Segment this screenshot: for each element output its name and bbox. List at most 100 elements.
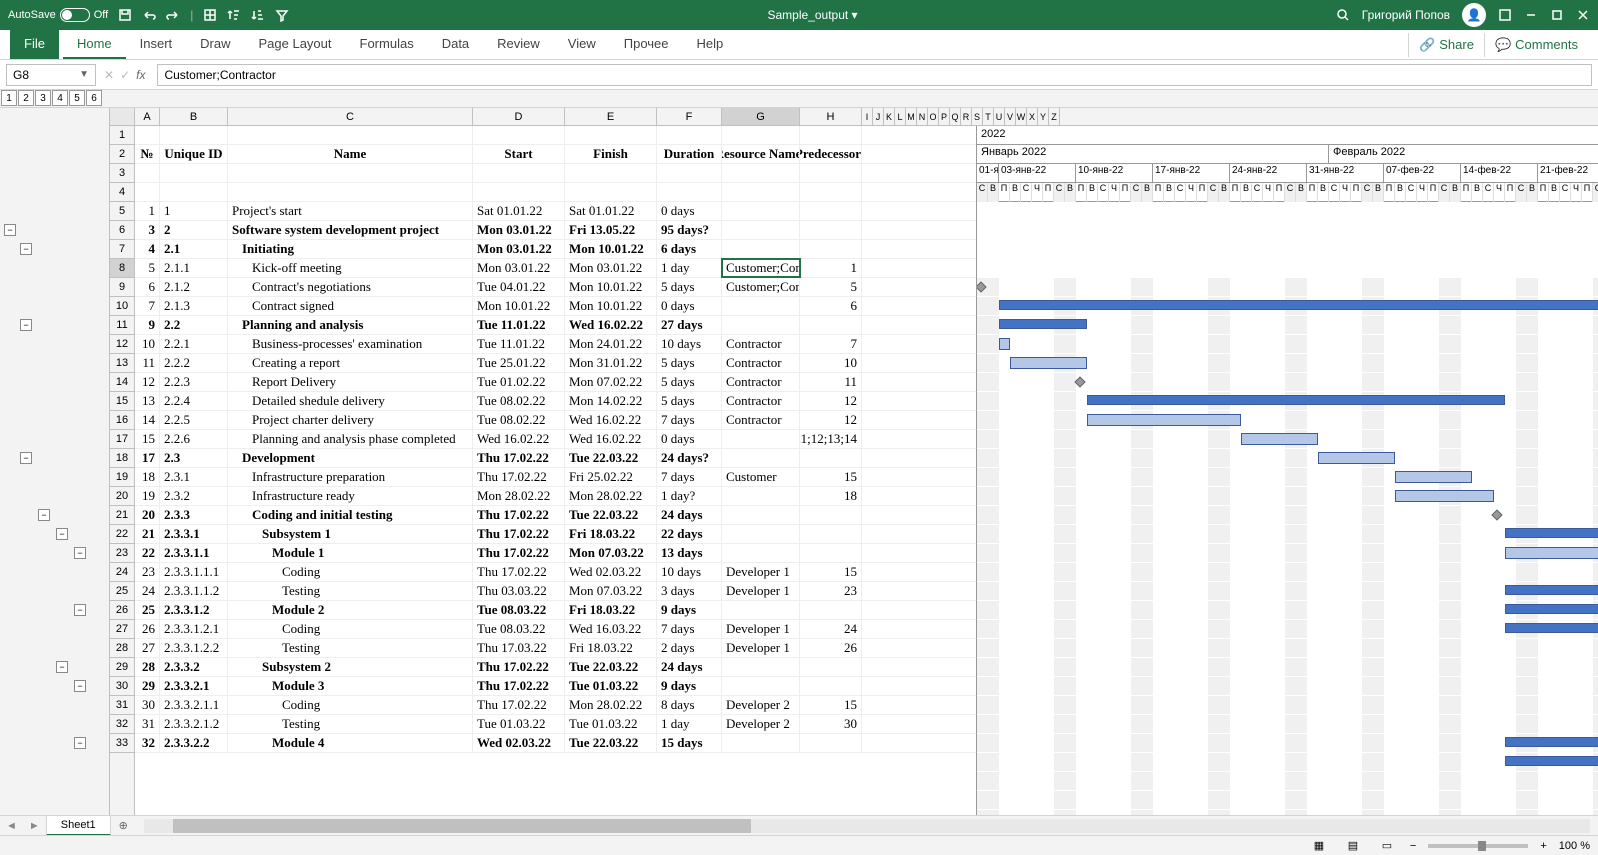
cell-finish[interactable]: Mon 28.02.22 (565, 487, 657, 505)
cell-name[interactable]: Project charter delivery (228, 411, 473, 429)
cell-name[interactable]: Testing (228, 715, 473, 733)
cell-uid[interactable]: 2.3.1 (160, 468, 228, 486)
outline-collapse-icon[interactable]: − (74, 604, 86, 616)
cell-finish[interactable]: Fri 18.03.22 (565, 525, 657, 543)
cell-num[interactable]: 3 (135, 221, 160, 239)
gantt-bar[interactable] (1505, 528, 1598, 538)
cell-predecessors[interactable] (800, 316, 862, 334)
cell-start[interactable]: Tue 11.01.22 (473, 316, 565, 334)
row-header-31[interactable]: 31 (110, 696, 134, 715)
cell-duration[interactable]: 9 days (657, 601, 722, 619)
cell-resource[interactable]: Contractor (722, 411, 800, 429)
gantt-bar[interactable] (1395, 490, 1494, 502)
cell-num[interactable]: 32 (135, 734, 160, 752)
row-header-14[interactable]: 14 (110, 373, 134, 392)
cell-predecessors[interactable]: 15 (800, 696, 862, 714)
row-header-19[interactable]: 19 (110, 468, 134, 487)
col-header-A[interactable]: A (135, 108, 160, 125)
col-header-H[interactable]: H (800, 108, 862, 125)
cell-name[interactable]: Module 2 (228, 601, 473, 619)
cell-resource[interactable] (722, 430, 800, 448)
page-break-icon[interactable]: ▭ (1376, 838, 1398, 854)
gantt-bar[interactable] (1505, 604, 1598, 614)
cell-finish[interactable]: Wed 16.02.22 (565, 411, 657, 429)
tab-data[interactable]: Data (428, 30, 483, 59)
cell-name[interactable]: Module 3 (228, 677, 473, 695)
col-header-K[interactable]: K (884, 108, 895, 125)
cell-finish[interactable]: Fri 25.02.22 (565, 468, 657, 486)
normal-view-icon[interactable]: ▦ (1308, 838, 1330, 854)
outline-collapse-icon[interactable]: − (56, 528, 68, 540)
row-header-29[interactable]: 29 (110, 658, 134, 677)
cell-finish[interactable]: Tue 01.03.22 (565, 677, 657, 695)
search-icon[interactable] (1336, 8, 1350, 22)
row-header-2[interactable]: 2 (110, 145, 134, 164)
col-header-S[interactable]: S (972, 108, 983, 125)
cell-num[interactable]: 13 (135, 392, 160, 410)
cell-duration[interactable]: 6 days (657, 240, 722, 258)
gantt-bar[interactable] (1505, 585, 1598, 595)
cell-num[interactable]: 26 (135, 620, 160, 638)
tab-formulas[interactable]: Formulas (346, 30, 428, 59)
col-header-L[interactable]: L (895, 108, 906, 125)
cell-duration[interactable]: 1 day (657, 259, 722, 277)
cell-num[interactable]: 20 (135, 506, 160, 524)
cell-resource[interactable] (722, 221, 800, 239)
cell-duration[interactable]: 24 days? (657, 449, 722, 467)
cell-finish[interactable]: Fri 13.05.22 (565, 221, 657, 239)
cell-num[interactable]: 22 (135, 544, 160, 562)
cell-resource[interactable]: Customer;Cor (722, 259, 800, 277)
cell-start[interactable]: Thu 17.02.22 (473, 677, 565, 695)
cell-num[interactable]: 24 (135, 582, 160, 600)
gantt-bar[interactable] (1505, 623, 1598, 633)
cell-name[interactable]: Infrastructure preparation (228, 468, 473, 486)
col-header-W[interactable]: W (1016, 108, 1027, 125)
col-header-F[interactable]: F (657, 108, 722, 125)
cell-resource[interactable]: Developer 1 (722, 582, 800, 600)
row-header-7[interactable]: 7 (110, 240, 134, 259)
cell-duration[interactable]: 8 days (657, 696, 722, 714)
page-layout-icon[interactable]: ▤ (1342, 838, 1364, 854)
cell-uid[interactable]: 2.3.3.1.2 (160, 601, 228, 619)
horizontal-scrollbar[interactable] (144, 819, 1590, 833)
cell-uid[interactable]: 2.3.3.1.1.1 (160, 563, 228, 581)
cell-uid[interactable]: 2.1.3 (160, 297, 228, 315)
cell-duration[interactable]: 0 days (657, 202, 722, 220)
cell-uid[interactable]: 2.1.1 (160, 259, 228, 277)
cell-num[interactable]: 6 (135, 278, 160, 296)
cell-num[interactable]: 7 (135, 297, 160, 315)
cell-num[interactable]: 10 (135, 335, 160, 353)
cell-name[interactable]: Module 4 (228, 734, 473, 752)
cell-uid[interactable]: 2.2.3 (160, 373, 228, 391)
cell-uid[interactable]: 2.3.3.1.1.2 (160, 582, 228, 600)
cell-uid[interactable]: 2.3.3.2.2 (160, 734, 228, 752)
cell-num[interactable]: 27 (135, 639, 160, 657)
cell-predecessors[interactable]: 12 (800, 411, 862, 429)
gantt-bar[interactable] (1505, 756, 1598, 766)
cell-predecessors[interactable] (800, 240, 862, 258)
cell-finish[interactable]: Tue 22.03.22 (565, 658, 657, 676)
cell-name[interactable]: Coding (228, 563, 473, 581)
cell-resource[interactable] (722, 487, 800, 505)
cell-name[interactable]: Infrastructure ready (228, 487, 473, 505)
cell-finish[interactable]: Wed 16.03.22 (565, 620, 657, 638)
cell-name[interactable]: Subsystem 1 (228, 525, 473, 543)
cell-start[interactable]: Thu 03.03.22 (473, 582, 565, 600)
table-icon[interactable] (203, 8, 217, 22)
col-header-X[interactable]: X (1027, 108, 1038, 125)
cell-uid[interactable]: 2.3.3.1 (160, 525, 228, 543)
outline-collapse-icon[interactable]: − (56, 661, 68, 673)
row-header-4[interactable]: 4 (110, 183, 134, 202)
row-header-8[interactable]: 8 (110, 259, 134, 278)
cell-resource[interactable]: Contractor (722, 335, 800, 353)
col-header-E[interactable]: E (565, 108, 657, 125)
fx-icon[interactable]: fx (136, 68, 145, 82)
save-icon[interactable] (118, 8, 132, 22)
cell-duration[interactable]: 5 days (657, 392, 722, 410)
cell-num[interactable]: 4 (135, 240, 160, 258)
cell-name[interactable]: Testing (228, 639, 473, 657)
col-header-R[interactable]: R (961, 108, 972, 125)
cell-num[interactable]: 31 (135, 715, 160, 733)
cell-finish[interactable]: Mon 14.02.22 (565, 392, 657, 410)
cell-duration[interactable]: 2 days (657, 639, 722, 657)
